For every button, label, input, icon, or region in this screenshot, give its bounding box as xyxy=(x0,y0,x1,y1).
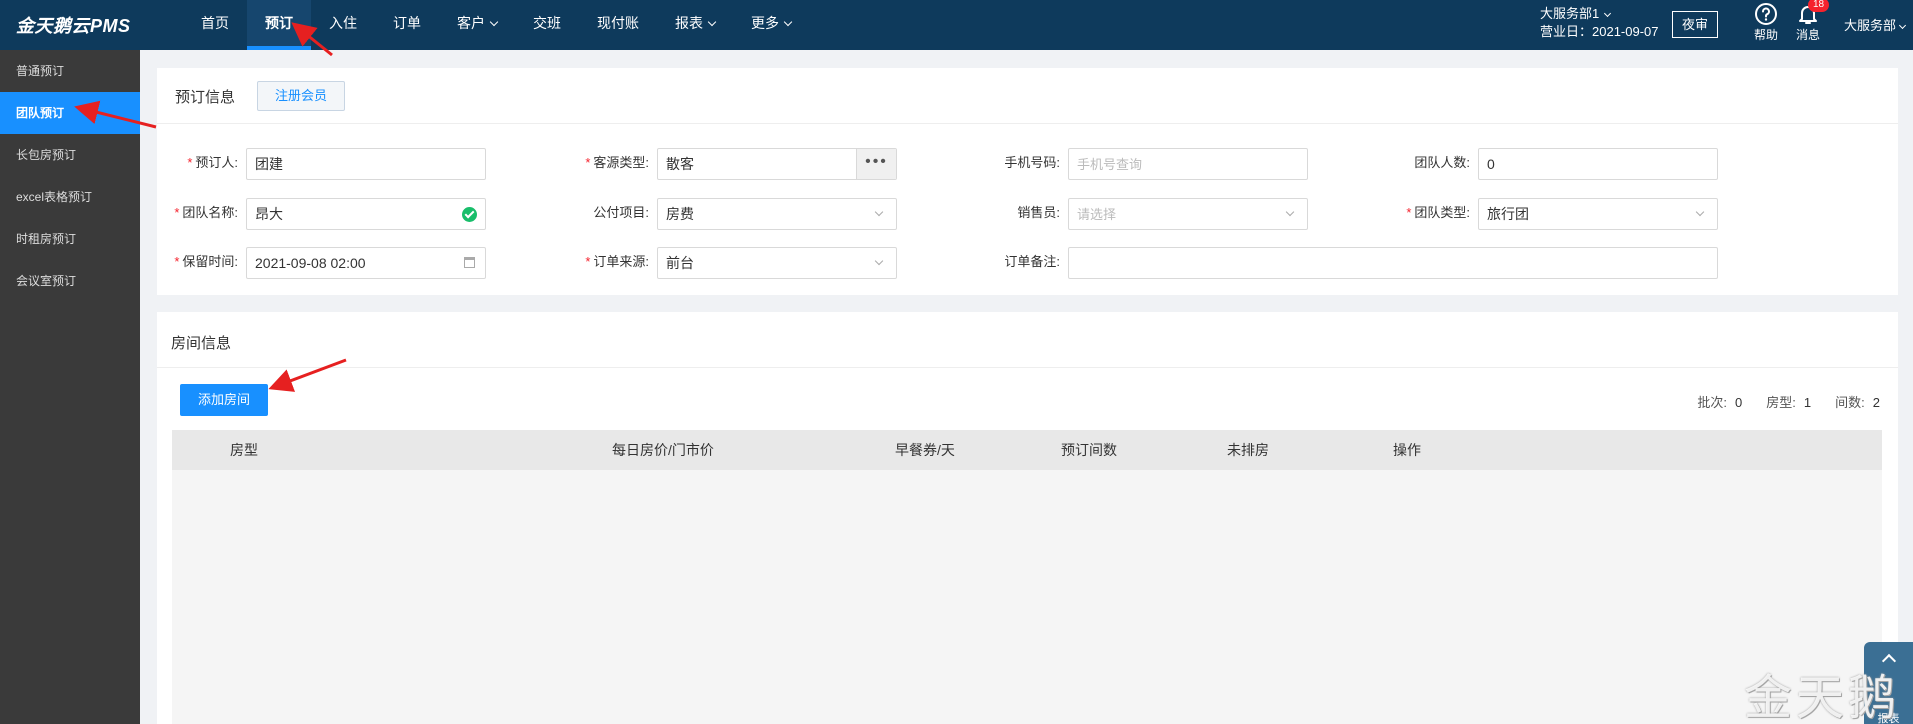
add-room-button[interactable]: 添加房间 xyxy=(180,384,268,416)
user-name: 大服务部 xyxy=(1844,18,1897,33)
more-options-icon[interactable]: ••• xyxy=(856,149,896,179)
nav-label: 入住 xyxy=(329,15,357,31)
department-name: 大服务部1 xyxy=(1540,6,1600,21)
nav-label: 现付账 xyxy=(597,15,639,31)
chevron-down-icon xyxy=(489,17,499,27)
group-name-input[interactable]: 昂大 xyxy=(246,198,486,230)
nav-booking[interactable]: 预订 xyxy=(247,0,311,50)
nav-label: 报表 xyxy=(675,15,703,31)
source-type-label: * 客源类型: xyxy=(585,155,649,170)
messages-button[interactable]: 18 消息 xyxy=(1788,0,1830,43)
booking-info-title: 预订信息 xyxy=(175,89,236,106)
nav-label: 更多 xyxy=(751,15,779,31)
help-label: 帮助 xyxy=(1753,28,1778,42)
public-pay-select[interactable]: 房费 xyxy=(657,198,897,230)
group-type-label: * 团队类型: xyxy=(1406,205,1470,220)
source-type-input[interactable]: 散客 ••• xyxy=(657,148,897,180)
nav-checkin[interactable]: 入住 xyxy=(311,0,375,50)
nav-label: 订单 xyxy=(393,15,421,31)
group-name-label: * 团队名称: xyxy=(174,205,238,220)
night-audit-button[interactable]: 夜审 xyxy=(1672,11,1718,38)
chevron-down-icon xyxy=(874,256,884,266)
department-selector[interactable]: 大服务部1 营业日：2021-09-07 xyxy=(1540,5,1659,41)
sidebar-item-group-booking[interactable]: 团队预订 xyxy=(0,92,140,134)
chevron-down-icon xyxy=(1695,207,1705,217)
calendar-icon xyxy=(464,257,475,268)
booker-input[interactable]: 团建 xyxy=(246,148,486,180)
col-breakfast: 早餐券/天 xyxy=(895,442,955,458)
hold-time-input[interactable]: 2021-09-08 02:00 xyxy=(246,247,486,279)
hold-time-label: * 保留时间: xyxy=(174,254,238,269)
group-type-select[interactable]: 旅行团 xyxy=(1478,198,1718,230)
nav-orders[interactable]: 订单 xyxy=(375,0,439,50)
chevron-down-icon xyxy=(783,17,793,27)
chevron-down-icon xyxy=(1604,9,1612,18)
nav-cash-account[interactable]: 现付账 xyxy=(579,0,657,50)
room-stats: 批次: 0 房型: 1 间数: 2 xyxy=(1697,392,1880,411)
booker-label: * 预订人: xyxy=(187,155,238,170)
chevron-down-icon xyxy=(874,207,884,217)
order-note-textarea[interactable] xyxy=(1068,247,1718,279)
order-source-label: * 订单来源: xyxy=(585,254,649,269)
col-daily-price: 每日房价/门市价 xyxy=(612,442,714,458)
room-type-stat: 房型: 1 xyxy=(1766,395,1812,410)
nav-shift[interactable]: 交班 xyxy=(515,0,579,50)
nav-label: 首页 xyxy=(201,15,229,31)
public-pay-label: 公付项目: xyxy=(593,205,649,220)
messages-label: 消息 xyxy=(1795,28,1820,42)
col-booked-rooms: 预订间数 xyxy=(1061,442,1117,458)
sidebar-item-excel-booking[interactable]: excel表格预订 xyxy=(0,176,140,218)
app-logo: 金天鹅云PMS xyxy=(16,16,131,36)
batch-stat: 批次: 0 xyxy=(1697,395,1743,410)
chevron-down-icon xyxy=(1898,21,1907,30)
order-source-select[interactable]: 前台 xyxy=(657,247,897,279)
user-menu[interactable]: 大服务部 xyxy=(1844,15,1907,34)
phone-search-input[interactable]: 手机号查询 xyxy=(1068,148,1308,180)
group-size-input[interactable]: 0 xyxy=(1478,148,1718,180)
nav-label: 客户 xyxy=(457,15,485,31)
room-table-body xyxy=(172,470,1882,724)
sidebar-item-meeting-room-booking[interactable]: 会议室预订 xyxy=(0,260,140,302)
main-nav: 首页 预订 入住 订单 客户 交班 现付账 报表 更多 xyxy=(183,0,809,50)
order-note-label: 订单备注: xyxy=(1004,254,1060,269)
help-button[interactable]: 帮助 xyxy=(1746,2,1786,43)
col-room-type: 房型 xyxy=(230,442,258,458)
nav-more[interactable]: 更多 xyxy=(733,0,809,50)
nav-home[interactable]: 首页 xyxy=(183,0,247,50)
chevron-down-icon xyxy=(707,17,717,27)
room-info-header: 房间信息 xyxy=(157,312,1898,368)
room-count-stat: 间数: 2 xyxy=(1835,395,1880,410)
check-circle-icon xyxy=(462,207,477,222)
sidebar-item-hourly-booking[interactable]: 时租房预订 xyxy=(0,218,140,260)
business-date: 营业日：2021-09-07 xyxy=(1540,24,1659,39)
booking-info-header: 预订信息 注册会员 xyxy=(157,68,1898,124)
room-table-header: 房型 每日房价/门市价 早餐券/天 预订间数 未排房 操作 xyxy=(172,430,1882,470)
nav-label: 交班 xyxy=(533,15,561,31)
watermark: 金天鹅 xyxy=(1744,670,1901,724)
chevron-down-icon xyxy=(1285,207,1295,217)
help-icon xyxy=(1755,3,1777,25)
sidebar-item-normal-booking[interactable]: 普通预订 xyxy=(0,50,140,92)
salesperson-select[interactable]: 请选择 xyxy=(1068,198,1308,230)
register-member-button[interactable]: 注册会员 xyxy=(257,81,345,111)
sidebar: 普通预订 团队预订 长包房预订 excel表格预订 时租房预订 会议室预订 xyxy=(0,50,140,724)
group-size-label: 团队人数: xyxy=(1414,155,1470,170)
col-unassigned: 未排房 xyxy=(1227,442,1269,458)
nav-customers[interactable]: 客户 xyxy=(439,0,515,50)
top-navbar: 金天鹅云PMS 首页 预订 入住 订单 客户 交班 现付账 报表 更多 大服务部… xyxy=(0,0,1913,50)
nav-reports[interactable]: 报表 xyxy=(657,0,733,50)
phone-label: 手机号码: xyxy=(1004,155,1060,170)
salesperson-label: 销售员: xyxy=(1017,205,1060,220)
col-actions: 操作 xyxy=(1393,442,1421,458)
sidebar-item-long-term-booking[interactable]: 长包房预订 xyxy=(0,134,140,176)
message-count-badge: 18 xyxy=(1808,0,1830,12)
room-info-title: 房间信息 xyxy=(171,335,232,352)
nav-label: 预订 xyxy=(265,15,293,31)
